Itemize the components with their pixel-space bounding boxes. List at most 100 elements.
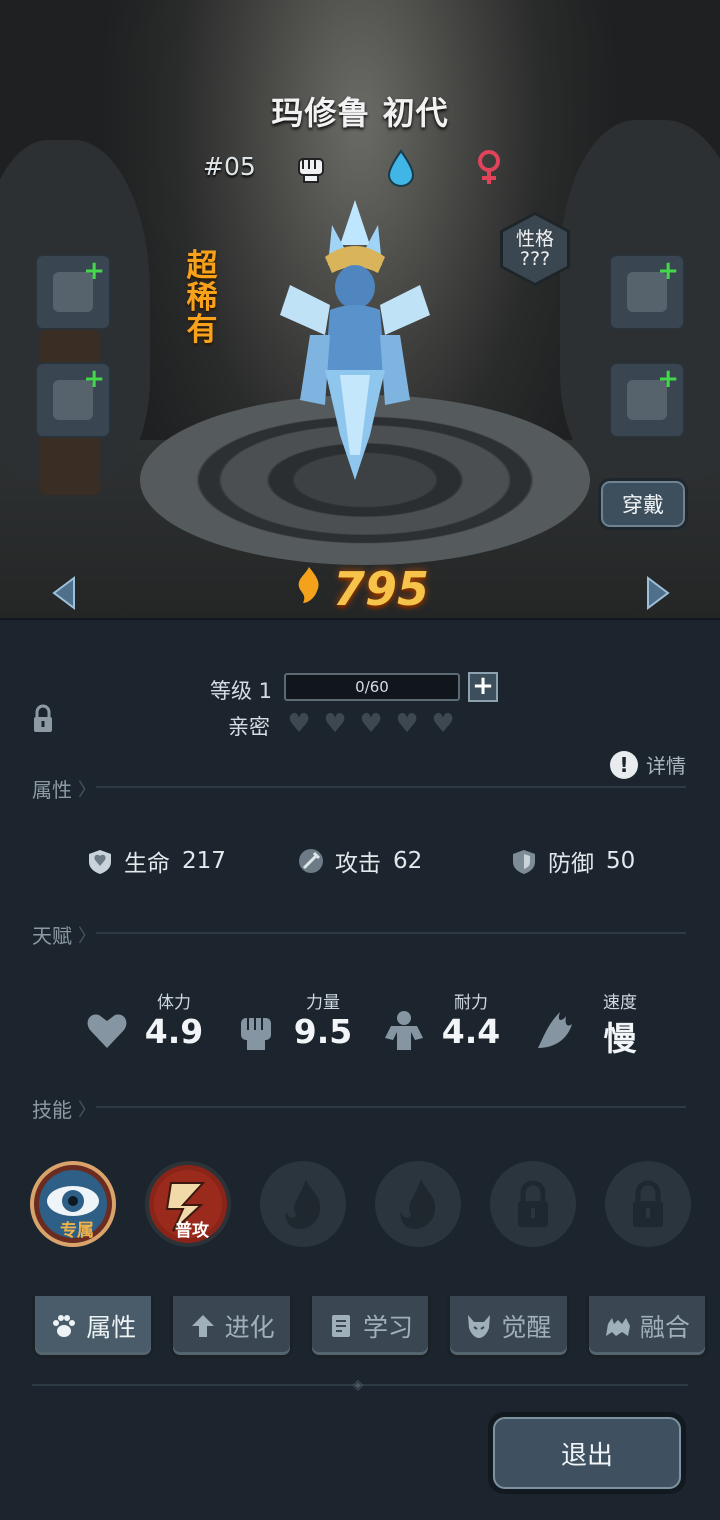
heart-shield-icon	[89, 850, 111, 874]
tab-fusion-label: 融合	[639, 1312, 690, 1342]
equip-slot-armor[interactable]: +	[35, 362, 111, 438]
tab-awaken[interactable]: 觉醒	[447, 1296, 570, 1358]
talent-endurance: 耐力 4.4	[381, 988, 511, 1058]
talent-endurance-label: 耐力	[454, 993, 488, 1013]
section-divider	[96, 1106, 686, 1108]
talent-strength-value: 9.5	[293, 1012, 353, 1051]
wear-button[interactable]: 穿戴	[598, 478, 688, 530]
exit-button-label: 退出	[493, 1417, 681, 1489]
tab-awaken-label: 觉醒	[501, 1312, 552, 1342]
fist-type-icon	[293, 148, 329, 188]
section-divider	[96, 932, 686, 934]
personality-label: 性格	[515, 228, 554, 250]
ice-creature-illustration	[280, 200, 430, 480]
skill-normal-attack[interactable]: 普攻	[145, 1161, 231, 1247]
fist-icon	[241, 1018, 271, 1050]
skill-slot-empty[interactable]	[375, 1161, 461, 1247]
stat-attack-value: 62	[393, 848, 423, 874]
tab-attributes[interactable]: 属性	[32, 1296, 155, 1358]
tab-learn-label: 学习	[363, 1312, 414, 1342]
intimacy-hearts: ♥ ♥ ♥ ♥ ♥	[284, 711, 458, 737]
power-display: 795	[295, 562, 429, 616]
stat-attack: 攻击 62	[297, 844, 422, 878]
character-scene: 玛修鲁 初代 #05 超稀有 + + + + 性格 ??? 穿戴 795	[0, 0, 720, 620]
tab-fusion[interactable]: 融合	[585, 1296, 709, 1358]
talent-speed-label: 速度	[603, 993, 637, 1013]
female-gender-icon	[471, 148, 507, 188]
paw-icon	[53, 1314, 76, 1337]
lock-icon	[633, 1180, 663, 1227]
section-talents-title: 天赋	[32, 924, 72, 948]
demon-mask-icon	[468, 1314, 491, 1338]
talent-stamina: 体力 4.9	[84, 988, 214, 1058]
exit-button[interactable]: 退出	[488, 1412, 686, 1494]
stat-attack-label: 攻击	[335, 851, 381, 877]
equip-slot-helmet[interactable]: +	[609, 254, 685, 330]
add-icon: +	[657, 256, 679, 286]
section-divider	[96, 786, 686, 788]
skill-slot-locked[interactable]	[605, 1161, 691, 1247]
talent-endurance-value: 4.4	[441, 1012, 501, 1051]
section-skills-title: 技能	[32, 1098, 72, 1122]
level-progress-text: 0/60	[355, 678, 389, 696]
equip-slot-accessory[interactable]: +	[609, 362, 685, 438]
divider-ornament-icon: ◈	[352, 1377, 364, 1393]
stat-hp-label: 生命	[124, 851, 170, 877]
lock-icon[interactable]	[32, 704, 54, 734]
power-value: 795	[333, 562, 430, 616]
fusion-beast-icon	[605, 1317, 630, 1336]
level-progress-bar: 0/60	[284, 673, 460, 701]
power-flame-icon	[295, 565, 325, 614]
tab-evolve-label: 进化	[224, 1312, 275, 1342]
skill-exclusive-tag: 专属	[60, 1221, 94, 1241]
chevron-right-icon: 〉	[78, 1099, 96, 1121]
character-name: 玛修鲁 初代	[271, 94, 449, 132]
section-attributes: 属性〉	[32, 774, 96, 803]
tab-learn[interactable]: 学习	[308, 1296, 432, 1358]
personality-value: ???	[519, 248, 551, 270]
heart-icon: ♥	[323, 709, 347, 739]
section-talents: 天赋〉	[32, 920, 96, 949]
add-icon: +	[83, 256, 105, 286]
talent-stamina-value: 4.9	[144, 1012, 204, 1051]
heart-icon: ♥	[359, 709, 383, 739]
talent-speed: 速度 慢	[530, 988, 660, 1058]
rarity-label: 超稀有	[186, 248, 218, 348]
chevron-right-icon: 〉	[78, 779, 96, 801]
next-character-arrow[interactable]	[642, 576, 672, 610]
level-label: 等级 1	[210, 679, 273, 703]
sword-icon	[299, 849, 323, 873]
stat-defense-value: 50	[606, 848, 636, 874]
heart-icon: ♥	[395, 709, 419, 739]
flame-icon	[400, 1179, 436, 1229]
detail-button[interactable]: ! 详情	[610, 750, 686, 779]
section-attributes-title: 属性	[32, 778, 72, 802]
skill-slot-empty[interactable]	[260, 1161, 346, 1247]
bottom-tabs: 属性 进化 学习 觉醒 融合	[32, 1296, 709, 1358]
shield-icon	[513, 850, 535, 874]
add-icon: +	[83, 364, 105, 394]
chevron-right-icon: 〉	[78, 925, 96, 947]
talent-strength-label: 力量	[306, 993, 340, 1013]
heart-icon: ♥	[431, 709, 455, 739]
prev-character-arrow[interactable]	[50, 576, 80, 610]
tab-attributes-label: 属性	[86, 1312, 137, 1342]
equip-slot-claw[interactable]: +	[35, 254, 111, 330]
talent-strength: 力量 9.5	[233, 988, 363, 1058]
muscle-icon	[385, 1011, 423, 1050]
skill-exclusive[interactable]: 专属	[30, 1161, 116, 1247]
skill-slot-locked[interactable]	[490, 1161, 576, 1247]
info-icon: !	[610, 750, 638, 779]
character-number: #05	[203, 152, 256, 181]
flame-icon	[285, 1179, 321, 1229]
talent-stamina-label: 体力	[157, 993, 191, 1013]
tab-evolve[interactable]: 进化	[170, 1296, 293, 1358]
level-up-button[interactable]: +	[468, 672, 498, 702]
stat-hp-value: 217	[182, 848, 226, 874]
book-icon	[332, 1314, 350, 1337]
section-skills: 技能〉	[32, 1094, 96, 1123]
water-element-icon	[383, 148, 419, 188]
stat-defense: 防御 50	[510, 844, 635, 878]
heart-icon	[87, 1014, 127, 1048]
talent-speed-value: 慢	[603, 1019, 637, 1058]
